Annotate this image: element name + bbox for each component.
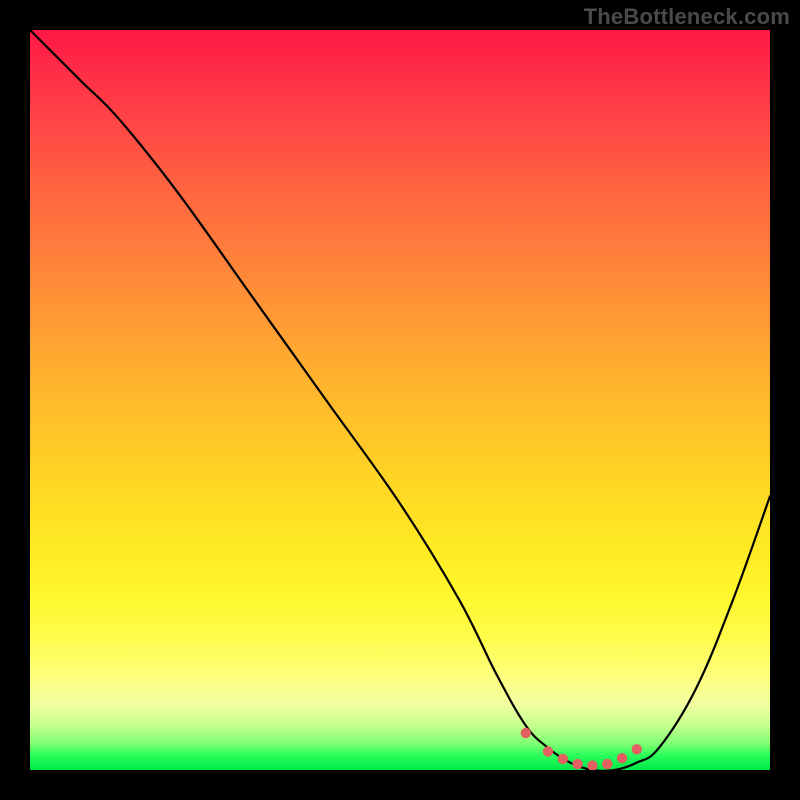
minimum-dot	[558, 754, 568, 764]
minimum-dot	[521, 728, 531, 738]
chart-svg	[30, 30, 770, 770]
bottleneck-curve	[30, 30, 770, 770]
minimum-dot	[602, 759, 612, 769]
chart-plot-area	[30, 30, 770, 770]
minimum-dot	[572, 759, 582, 769]
minimum-dot	[617, 753, 627, 763]
minimum-dot	[587, 760, 597, 770]
minimum-dot	[543, 746, 553, 756]
watermark-text: TheBottleneck.com	[584, 4, 790, 30]
minimum-dot	[632, 744, 642, 754]
minimum-marker-group	[521, 728, 642, 770]
